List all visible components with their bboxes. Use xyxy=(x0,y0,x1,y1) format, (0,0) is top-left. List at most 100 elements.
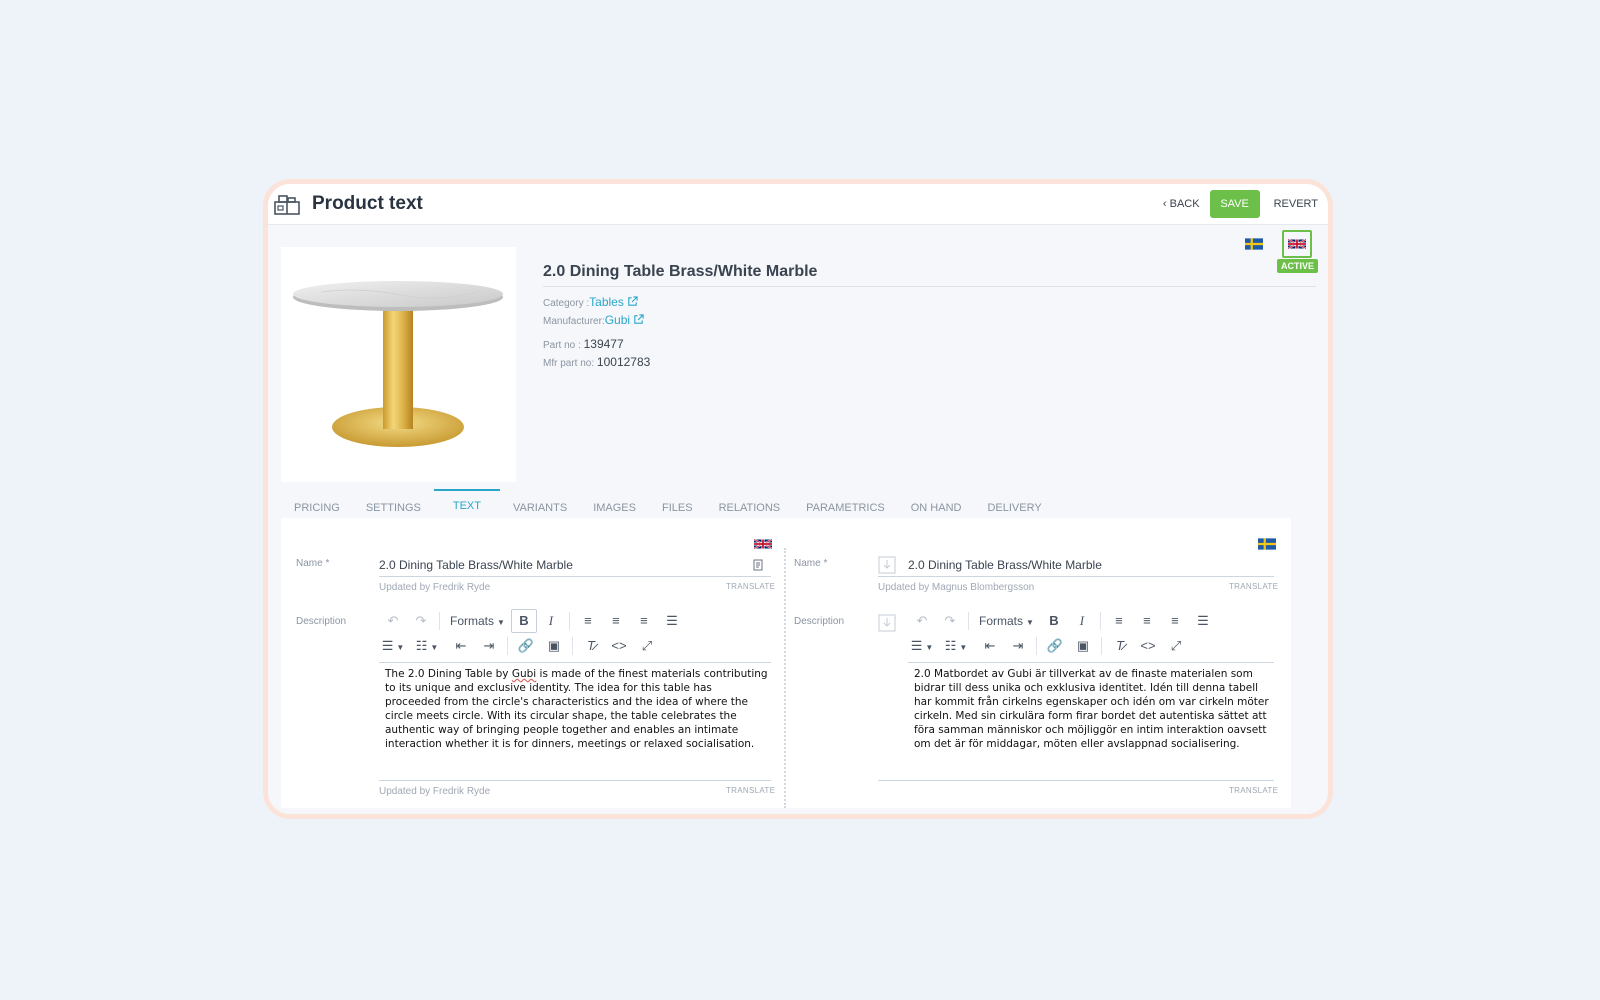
editor-toolbar-row2: ☰ ▼ ☷ ▼ ⇤ ⇥ 🔗 ▣ T̷ <> ⤢ xyxy=(908,634,1190,658)
document-icon[interactable] xyxy=(751,558,765,572)
product-icon xyxy=(274,195,300,215)
english-editor-column: Name * 2.0 Dining Table Brass/White Marb… xyxy=(281,518,784,808)
align-right-icon[interactable]: ≡ xyxy=(630,609,658,633)
category-row: Category :Tables xyxy=(543,295,638,309)
external-link-icon[interactable] xyxy=(627,296,638,307)
align-justify-icon[interactable]: ☰ xyxy=(658,609,686,633)
name-underline xyxy=(379,576,771,577)
align-left-icon[interactable]: ≡ xyxy=(1105,609,1133,633)
formats-dropdown[interactable]: Formats ▼ xyxy=(444,614,511,628)
italic-icon[interactable]: I xyxy=(1068,609,1096,633)
caret-down-icon: ▼ xyxy=(1026,618,1034,627)
editor-toolbar-row1: ↶ ↷ Formats ▼ B I ≡ ≡ ≡ ☰ xyxy=(908,609,1217,633)
mfr-part-no-row: Mfr part no: 10012783 xyxy=(543,355,650,369)
category-label: Category : xyxy=(543,298,590,309)
table-illustration xyxy=(293,281,503,447)
redo-icon[interactable]: ↷ xyxy=(936,609,964,633)
text-panel: Name * 2.0 Dining Table Brass/White Marb… xyxy=(281,518,1291,808)
description-editor-en[interactable]: The 2.0 Dining Table by Gubi is made of … xyxy=(385,667,770,751)
bold-icon[interactable]: B xyxy=(510,609,537,633)
outdent-icon[interactable]: ⇤ xyxy=(447,634,475,658)
revert-button[interactable]: REVERT xyxy=(1274,198,1318,210)
translate-link[interactable]: TRANSLATE xyxy=(1229,582,1278,591)
code-icon[interactable]: <> xyxy=(605,634,633,658)
formats-dropdown[interactable]: Formats ▼ xyxy=(973,614,1040,628)
product-image xyxy=(281,247,516,482)
align-justify-icon[interactable]: ☰ xyxy=(1189,609,1217,633)
active-badge: ACTIVE xyxy=(1276,259,1318,273)
redo-icon[interactable]: ↷ xyxy=(407,609,435,633)
bold-icon[interactable]: B xyxy=(1040,609,1068,633)
back-button[interactable]: ‹ BACK xyxy=(1163,198,1200,210)
description-brand: Gubi xyxy=(511,668,537,680)
link-icon[interactable]: 🔗 xyxy=(1041,634,1069,658)
indent-icon[interactable]: ⇥ xyxy=(475,634,503,658)
description-underline xyxy=(379,780,771,781)
description-underline xyxy=(878,780,1274,781)
caret-down-icon: ▼ xyxy=(497,618,505,627)
page-title: Product text xyxy=(312,193,423,214)
clear-format-icon[interactable]: T̷ xyxy=(1106,634,1134,658)
swedish-editor-column: Name * 2.0 Dining Table Brass/White Marb… xyxy=(786,518,1291,808)
clear-format-icon[interactable]: T̷ xyxy=(577,634,605,658)
outdent-icon[interactable]: ⇤ xyxy=(976,634,1004,658)
swedish-flag-icon xyxy=(1258,538,1276,550)
toolbar-underline xyxy=(379,662,771,663)
copy-from-icon[interactable] xyxy=(878,614,896,632)
uk-flag-icon xyxy=(1288,238,1307,250)
align-center-icon[interactable]: ≡ xyxy=(1133,609,1161,633)
tab-text[interactable]: TEXT xyxy=(433,489,500,521)
translate-link[interactable]: TRANSLATE xyxy=(1229,786,1278,795)
name-underline xyxy=(878,576,1274,577)
language-sv-button[interactable] xyxy=(1239,230,1269,258)
language-switcher: ACTIVE xyxy=(1239,230,1318,273)
external-link-icon[interactable] xyxy=(633,314,644,325)
description-label: Description xyxy=(296,616,347,627)
undo-icon[interactable]: ↶ xyxy=(908,609,936,633)
top-bar: Product text ‹ BACK SAVE REVERT xyxy=(268,184,1328,225)
bullet-list-icon[interactable]: ☰ ▼ xyxy=(908,634,936,658)
toolbar-underline xyxy=(908,662,1274,663)
manufacturer-link[interactable]: Gubi xyxy=(605,313,630,327)
editor-toolbar-row2: ☰ ▼ ☷ ▼ ⇤ ⇥ 🔗 ▣ T̷ <> ⤢ xyxy=(379,634,661,658)
align-center-icon[interactable]: ≡ xyxy=(602,609,630,633)
name-input-en[interactable]: 2.0 Dining Table Brass/White Marble xyxy=(379,558,573,572)
name-divider xyxy=(543,286,1316,287)
align-right-icon[interactable]: ≡ xyxy=(1161,609,1189,633)
formats-label: Formats xyxy=(450,614,495,628)
swedish-flag-icon xyxy=(1244,238,1263,250)
align-left-icon[interactable]: ≡ xyxy=(574,609,602,633)
bullet-list-icon[interactable]: ☰ ▼ xyxy=(379,634,407,658)
manufacturer-label: Manufacturer: xyxy=(543,316,605,327)
description-text-sv: 2.0 Matbordet av Gubi är tillverkat av d… xyxy=(914,668,1269,750)
manufacturer-row: Manufacturer:Gubi xyxy=(543,313,644,327)
name-updated-by: Updated by Fredrik Ryde xyxy=(379,582,491,593)
formats-label: Formats xyxy=(979,614,1024,628)
image-icon[interactable]: ▣ xyxy=(540,634,568,658)
numbered-list-icon[interactable]: ☷ ▼ xyxy=(413,634,441,658)
copy-from-icon[interactable] xyxy=(878,556,896,574)
translate-link[interactable]: TRANSLATE xyxy=(726,786,775,795)
undo-icon[interactable]: ↶ xyxy=(379,609,407,633)
image-icon[interactable]: ▣ xyxy=(1069,634,1097,658)
fullscreen-icon[interactable]: ⤢ xyxy=(1162,634,1190,658)
save-button[interactable]: SAVE xyxy=(1209,190,1260,218)
translate-link[interactable]: TRANSLATE xyxy=(726,582,775,591)
numbered-list-icon[interactable]: ☷ ▼ xyxy=(942,634,970,658)
category-link[interactable]: Tables xyxy=(589,295,624,309)
indent-icon[interactable]: ⇥ xyxy=(1004,634,1032,658)
part-no-label: Part no : xyxy=(543,340,581,351)
language-en-button[interactable] xyxy=(1282,230,1313,258)
editor-toolbar-row1: ↶ ↷ Formats ▼ B I ≡ ≡ ≡ ☰ xyxy=(379,609,686,633)
name-input-sv[interactable]: 2.0 Dining Table Brass/White Marble xyxy=(908,558,1102,572)
link-icon[interactable]: 🔗 xyxy=(512,634,540,658)
mfr-part-no-value: 10012783 xyxy=(596,355,651,369)
fullscreen-icon[interactable]: ⤢ xyxy=(633,634,661,658)
uk-flag-icon xyxy=(754,538,772,550)
mfr-part-no-label: Mfr part no: xyxy=(543,358,595,369)
name-label: Name * xyxy=(296,558,330,569)
description-editor-sv[interactable]: 2.0 Matbordet av Gubi är tillverkat av d… xyxy=(914,667,1274,751)
description-text-end: is made of the finest materials contribu… xyxy=(385,668,768,750)
code-icon[interactable]: <> xyxy=(1134,634,1162,658)
italic-icon[interactable]: I xyxy=(537,609,565,633)
